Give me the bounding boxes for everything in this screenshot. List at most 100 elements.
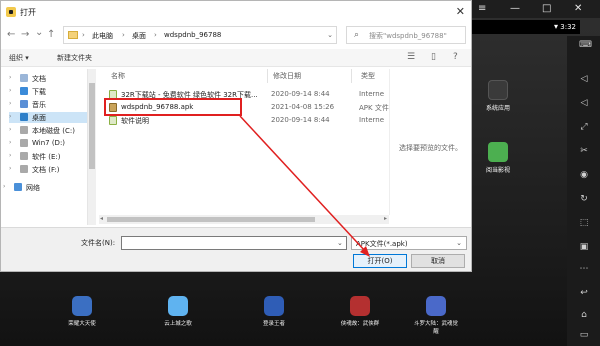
drive-icon: [20, 126, 28, 134]
nav-item-drive-e[interactable]: › 软件 (E:): [9, 151, 87, 162]
dock-app-3[interactable]: 登录王者: [252, 296, 296, 327]
recent-locations-icon[interactable]: ⌄: [35, 27, 43, 39]
install-apk-icon[interactable]: ⬚: [579, 218, 589, 228]
scrollbar-thumb[interactable]: [89, 83, 95, 169]
emulator-title-bar: ≡ — □ ✕: [470, 0, 600, 18]
nav-item-documents[interactable]: › 文档: [9, 73, 87, 84]
chevron-right-icon: ›: [9, 100, 12, 107]
scrollbar-thumb[interactable]: [107, 217, 315, 222]
navigation-bar: ← → ⌄ ↑ › 此电脑 › 桌面 › wdspdnb_96788 ⌄ ⌕ 搜…: [1, 23, 471, 47]
scroll-right-icon[interactable]: ▸: [384, 215, 387, 222]
keyboard-icon[interactable]: ⌨: [579, 40, 592, 50]
record-icon[interactable]: ▣: [579, 242, 589, 252]
search-placeholder: 搜索"wdspdnb_96788": [369, 32, 447, 40]
minimize-icon[interactable]: —: [510, 3, 520, 15]
home-icon[interactable]: ⌂: [579, 310, 589, 320]
cancel-button[interactable]: 取消: [411, 254, 465, 268]
search-box[interactable]: ⌕ 搜索"wdspdnb_96788": [346, 26, 466, 44]
recent-apps-icon[interactable]: ▭: [579, 330, 589, 340]
dock-app-1[interactable]: 荣耀大天使: [60, 296, 104, 327]
column-header-type[interactable]: 类型: [361, 71, 375, 81]
file-modified: 2020-09-14 8:44: [271, 90, 330, 98]
game-icon: [168, 296, 188, 316]
nav-item-label: 桌面: [32, 114, 46, 122]
nav-item-desktop[interactable]: › 桌面: [9, 112, 87, 123]
breadcrumb-this-pc[interactable]: 此电脑: [92, 31, 113, 41]
new-folder-button[interactable]: 新建文件夹: [57, 53, 92, 63]
network-icon: [14, 183, 22, 191]
dialog-close-button[interactable]: ✕: [456, 5, 465, 18]
chevron-down-icon[interactable]: ⌄: [337, 239, 343, 247]
dock-app-2[interactable]: 云上城之歌: [156, 296, 200, 327]
scroll-left-icon[interactable]: ◂: [100, 215, 103, 222]
nav-item-label: Win7 (D:): [32, 139, 66, 147]
chevron-right-icon: ›: [9, 74, 12, 81]
dock-app-5[interactable]: 斗罗大陆：武魂觉醒: [414, 296, 458, 335]
view-options-icon[interactable]: ☰: [407, 52, 415, 62]
column-divider[interactable]: [267, 69, 268, 83]
nav-item-drive-d[interactable]: › Win7 (D:): [9, 138, 87, 149]
chevron-down-icon[interactable]: ⌄: [327, 31, 333, 39]
chevron-right-icon: ›: [3, 183, 6, 190]
breadcrumb-desktop[interactable]: 桌面: [132, 31, 146, 41]
filename-input[interactable]: [121, 236, 347, 250]
nav-item-network[interactable]: › 网络: [3, 182, 81, 193]
desktop-app-video[interactable]: 阅当影视: [480, 142, 516, 174]
nav-item-drive-c[interactable]: › 本地磁盘 (C:): [9, 125, 87, 136]
column-header-name[interactable]: 名称: [111, 71, 125, 81]
location-icon[interactable]: ◉: [579, 170, 589, 180]
navigation-scrollbar[interactable]: [87, 69, 96, 225]
nav-item-downloads[interactable]: › 下载: [9, 86, 87, 97]
desktop-app-label: 系统应用: [485, 105, 510, 112]
up-folder-icon[interactable]: ↑: [47, 29, 55, 41]
breadcrumb-separator: ›: [82, 31, 85, 39]
app-dock: 荣耀大天使 云上城之歌 登录王者 侠魂故：武侠群 斗罗大陆：武魂觉醒: [60, 296, 490, 338]
nav-item-label: 文档 (F:): [32, 166, 60, 174]
open-file-dialog: 打开 ✕ ← → ⌄ ↑ › 此电脑 › 桌面 › wdspdnb_96788 …: [0, 0, 472, 272]
breadcrumb-separator: ›: [154, 31, 157, 39]
preview-pane-icon[interactable]: ▯: [431, 52, 436, 62]
nav-item-label: 本地磁盘 (C:): [32, 127, 75, 135]
video-app-icon: [488, 142, 508, 162]
wifi-icon: ▾: [553, 22, 558, 31]
nav-item-drive-f[interactable]: › 文档 (F:): [9, 164, 87, 175]
more-icon[interactable]: ⋯: [579, 264, 589, 274]
desktop-app-system[interactable]: 系统应用: [480, 80, 516, 112]
dock-app-label: 荣耀大天使: [68, 321, 96, 327]
file-type-select[interactable]: APK文件(*.apk) ⌄: [351, 236, 467, 250]
file-type: Interne: [359, 90, 385, 98]
volume-down-icon[interactable]: ◁: [579, 98, 589, 108]
dock-app-4[interactable]: 侠魂故：武侠群: [338, 296, 382, 327]
emulator-side-toolbar: ⌨ ◁ ◁ ⤢ ✂ ◉ ↻ ⬚ ▣ ⋯ ↩ ⌂ ▭: [567, 36, 600, 346]
game-icon: [264, 296, 284, 316]
horizontal-scrollbar[interactable]: ◂ ▸: [99, 215, 389, 224]
back-icon[interactable]: ↩: [579, 288, 589, 298]
column-divider[interactable]: [351, 69, 352, 83]
maximize-icon[interactable]: □: [542, 3, 551, 15]
shake-icon[interactable]: ↻: [579, 194, 589, 204]
search-icon: ⌕: [354, 30, 360, 40]
nav-item-music[interactable]: › 音乐: [9, 99, 87, 110]
dialog-titlebar: 打开 ✕: [1, 1, 471, 23]
file-list: 名称 修改日期 类型 32R下载站 - 免费软件 绿色软件 32R下载... 2…: [99, 69, 389, 215]
game-icon: [350, 296, 370, 316]
forward-arrow-icon[interactable]: →: [21, 29, 29, 41]
drive-icon: [20, 139, 28, 147]
nav-item-label: 下载: [32, 88, 46, 96]
fullscreen-icon[interactable]: ⤢: [579, 122, 589, 132]
screenshot-icon[interactable]: ✂: [579, 146, 589, 156]
open-button[interactable]: 打开(O): [353, 254, 407, 268]
file-row[interactable]: 软件说明 2020-09-14 8:44 Interne: [109, 115, 385, 126]
menu-icon[interactable]: ≡: [478, 3, 486, 15]
organize-menu[interactable]: 组织 ▾: [9, 53, 29, 63]
volume-up-icon[interactable]: ◁: [579, 74, 589, 84]
column-header-modified[interactable]: 修改日期: [273, 71, 301, 81]
preview-hint: 选择要预览的文件。: [399, 144, 462, 152]
dock-app-label: 斗罗大陆：武魂觉醒: [414, 321, 459, 335]
breadcrumb-folder[interactable]: wdspdnb_96788: [164, 31, 221, 39]
help-icon[interactable]: ?: [453, 52, 458, 62]
back-arrow-icon[interactable]: ←: [7, 29, 15, 41]
desktop-app-label: 阅当影视: [485, 167, 510, 174]
close-icon[interactable]: ✕: [574, 3, 582, 15]
address-bar[interactable]: › 此电脑 › 桌面 › wdspdnb_96788 ⌄: [63, 26, 337, 44]
